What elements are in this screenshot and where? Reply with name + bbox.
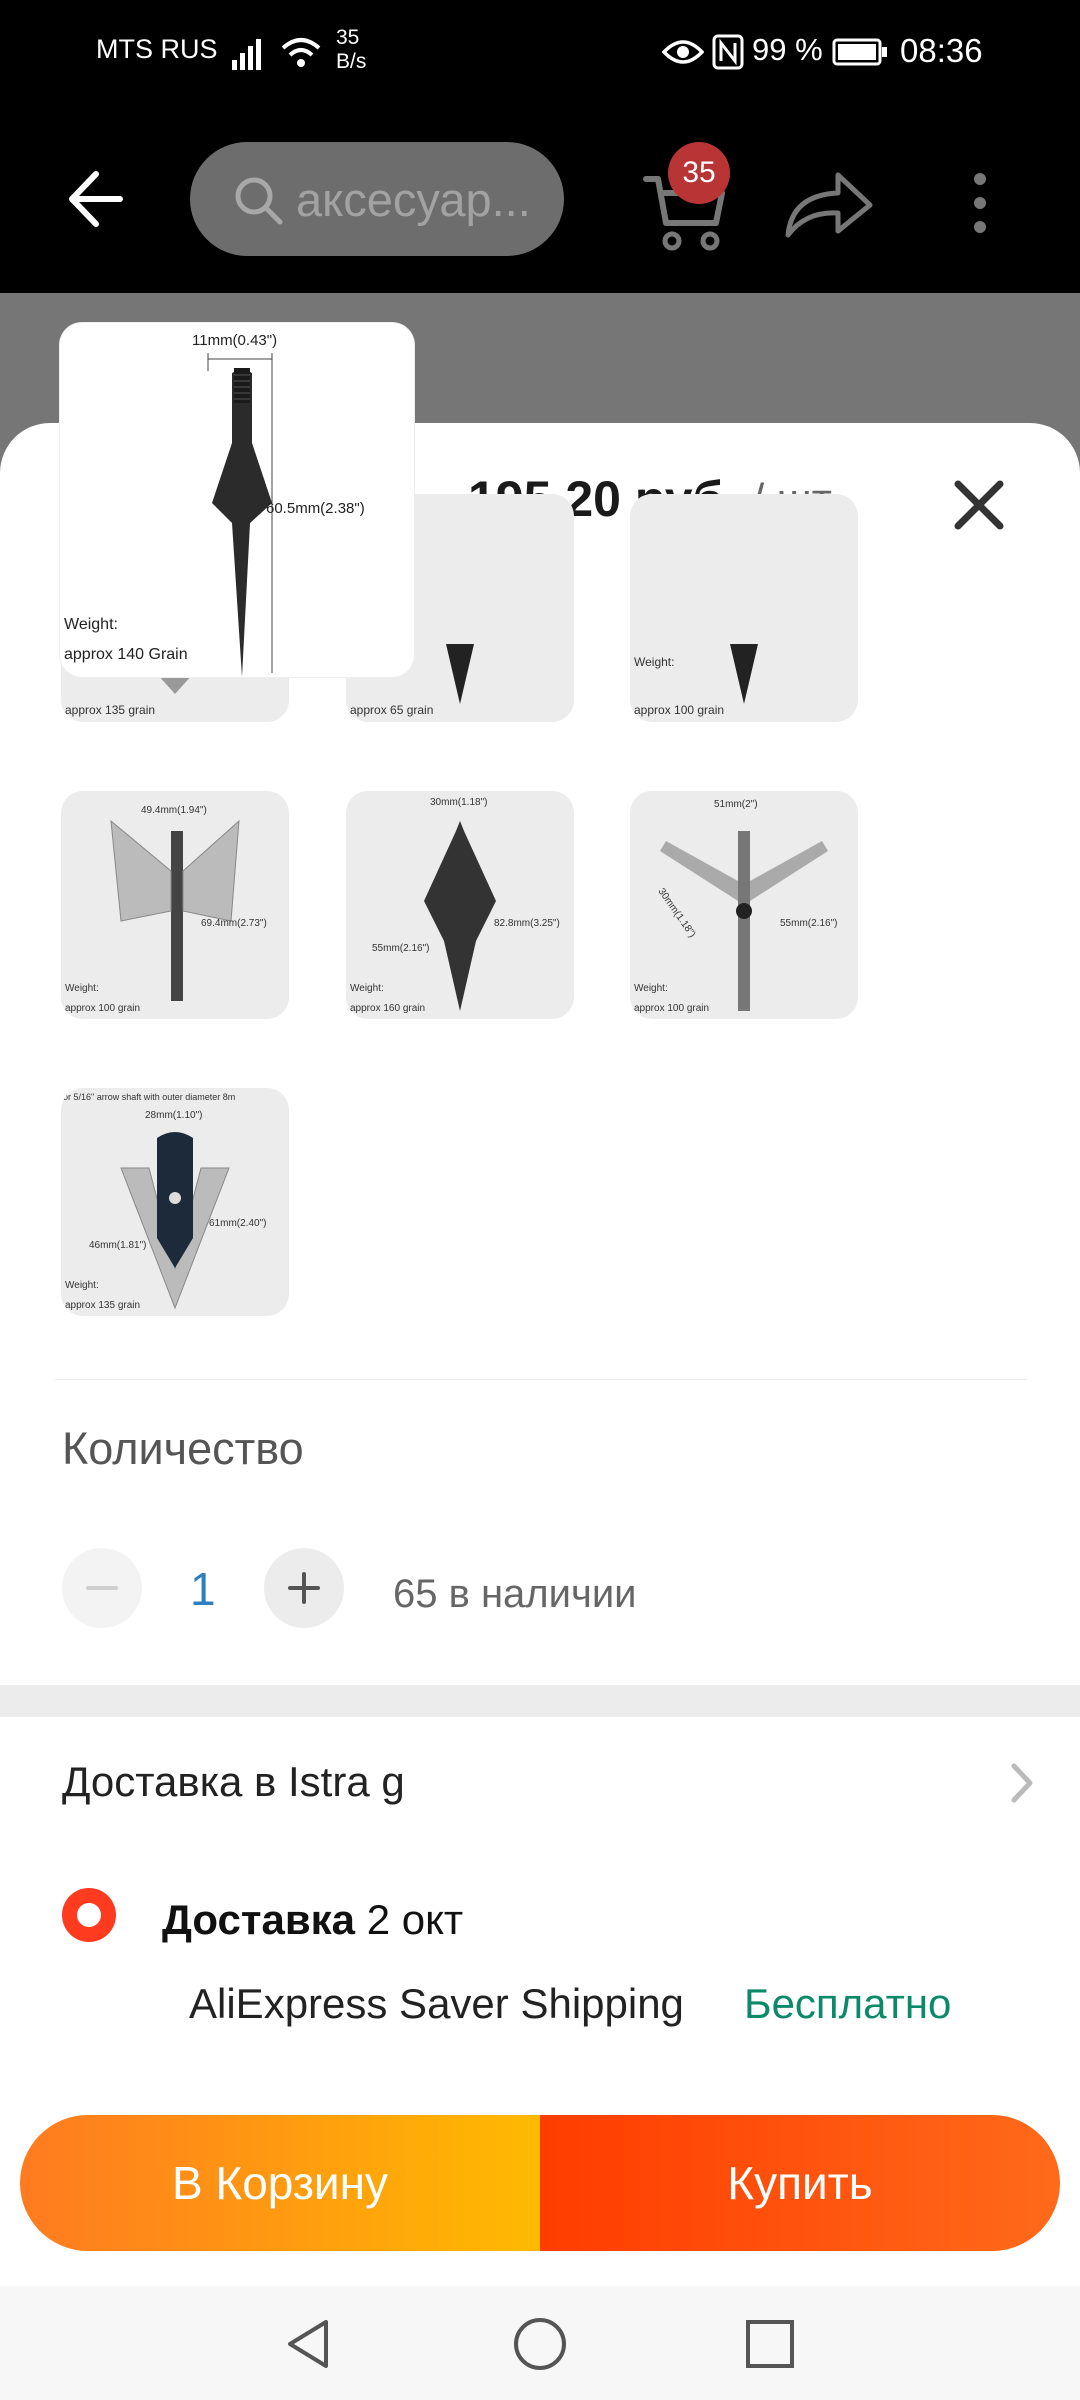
cart-count-badge: 35	[668, 142, 730, 204]
variant-thumb-6[interactable]: 51mm(2") 55mm(2.16") 30mm(1.18") Weight:…	[630, 791, 858, 1019]
svg-text:approx 100 grain: approx 100 grain	[65, 1003, 140, 1014]
minus-icon	[86, 1586, 118, 1590]
svg-text:Weight:: Weight:	[634, 655, 674, 669]
top-bar: аксесуар... 35	[0, 105, 1080, 293]
svg-text:approx 100 grain: approx 100 grain	[634, 1003, 709, 1014]
chevron-right-icon[interactable]	[1002, 1758, 1042, 1808]
stock-count: 65 в наличии	[393, 1572, 637, 1616]
variant-thumb-4[interactable]: 49.4mm(1.94") 69.4mm(2.73") Weight: appr…	[61, 791, 289, 1019]
network-speed: 35 B/s	[336, 26, 367, 73]
search-placeholder: аксесуар...	[296, 173, 531, 226]
delivery-option-radio[interactable]	[62, 1888, 116, 1942]
svg-text:60.5mm(2.38"): 60.5mm(2.38")	[266, 500, 365, 517]
share-icon[interactable]	[784, 169, 874, 239]
nav-back-icon[interactable]	[282, 2316, 334, 2372]
divider	[55, 1379, 1027, 1380]
svg-text:82.8mm(3.25"): 82.8mm(3.25")	[494, 918, 560, 929]
search-input[interactable]: аксесуар...	[190, 142, 564, 256]
svg-text:approx 65 grain: approx 65 grain	[350, 703, 433, 717]
svg-text:55mm(2.16"): 55mm(2.16")	[372, 943, 429, 954]
svg-text:Weight:: Weight:	[64, 616, 118, 633]
nfc-icon	[712, 34, 744, 70]
variant-thumb-7[interactable]: or 5/16" arrow shaft with outer diameter…	[61, 1088, 289, 1316]
svg-text:approx 160 grain: approx 160 grain	[350, 1003, 425, 1014]
svg-text:28mm(1.10"): 28mm(1.10")	[145, 1110, 202, 1121]
svg-text:approx 100 grain: approx 100 grain	[634, 703, 724, 717]
carrier-name: MTS RUS	[96, 34, 218, 64]
svg-text:or 5/16" arrow shaft with oute: or 5/16" arrow shaft with outer diameter…	[63, 1092, 235, 1102]
quantity-value[interactable]: 1	[190, 1562, 216, 1616]
more-menu-icon[interactable]	[968, 171, 992, 235]
svg-text:61mm(2.40"): 61mm(2.40")	[209, 1218, 266, 1229]
search-icon	[235, 177, 283, 225]
quantity-decrease-button[interactable]	[62, 1548, 142, 1628]
eye-icon	[662, 40, 704, 64]
svg-text:Weight:: Weight:	[634, 983, 668, 994]
svg-text:46mm(1.81"): 46mm(1.81")	[89, 1240, 146, 1251]
battery-percent: 99 %	[752, 32, 823, 67]
delivery-destination[interactable]: Доставка в Istra g	[62, 1758, 405, 1806]
shipping-price: Бесплатно	[744, 1980, 952, 2027]
svg-text:51mm(2"): 51mm(2")	[714, 799, 758, 810]
section-separator	[0, 1685, 1080, 1717]
close-icon[interactable]	[944, 470, 1014, 540]
quantity-increase-button[interactable]	[264, 1548, 344, 1628]
svg-text:approx 135 grain: approx 135 grain	[65, 703, 155, 717]
svg-text:30mm(1.18"): 30mm(1.18")	[656, 886, 698, 939]
battery-icon	[832, 38, 887, 66]
svg-text:49.4mm(1.94"): 49.4mm(1.94")	[141, 805, 207, 816]
back-arrow-icon[interactable]	[64, 168, 126, 230]
nav-home-icon[interactable]	[512, 2316, 568, 2372]
svg-text:Weight:: Weight:	[350, 983, 384, 994]
svg-text:Weight:: Weight:	[65, 983, 99, 994]
svg-text:approx 140 Grain: approx 140 Grain	[64, 646, 188, 663]
signal-icon	[232, 39, 261, 70]
delivery-option-title: Доставка 2 окт	[162, 1896, 464, 1943]
wifi-icon	[281, 38, 321, 67]
variant-thumb-5[interactable]: 30mm(1.18") 82.8mm(3.25") 55mm(2.16") We…	[346, 791, 574, 1019]
add-to-cart-button[interactable]: В Корзину	[20, 2115, 540, 2251]
svg-text:30mm(1.18"): 30mm(1.18")	[430, 797, 487, 808]
product-main-image[interactable]: 11mm(0.43") 60.5mm(2.38") Weight: approx…	[60, 323, 414, 677]
system-nav-bar	[0, 2286, 1080, 2400]
svg-text:11mm(0.43"): 11mm(0.43")	[192, 332, 277, 349]
variant-thumb-3[interactable]: Weight: approx 100 grain	[630, 494, 858, 722]
shipping-service: AliExpress Saver Shipping	[189, 1980, 684, 2027]
clock: 08:36	[900, 32, 983, 69]
status-bar: MTS RUS 35 B/s 99 % 08:36	[0, 0, 1080, 105]
quantity-label: Количество	[62, 1423, 304, 1474]
nav-recents-icon[interactable]	[744, 2318, 796, 2370]
buy-now-button[interactable]: Купить	[540, 2115, 1060, 2251]
plus-icon	[288, 1572, 320, 1604]
svg-text:55mm(2.16"): 55mm(2.16")	[780, 918, 837, 929]
svg-text:Weight:: Weight:	[65, 1280, 99, 1291]
svg-text:approx 135 grain: approx 135 grain	[65, 1300, 140, 1311]
svg-text:69.4mm(2.73"): 69.4mm(2.73")	[201, 918, 267, 929]
